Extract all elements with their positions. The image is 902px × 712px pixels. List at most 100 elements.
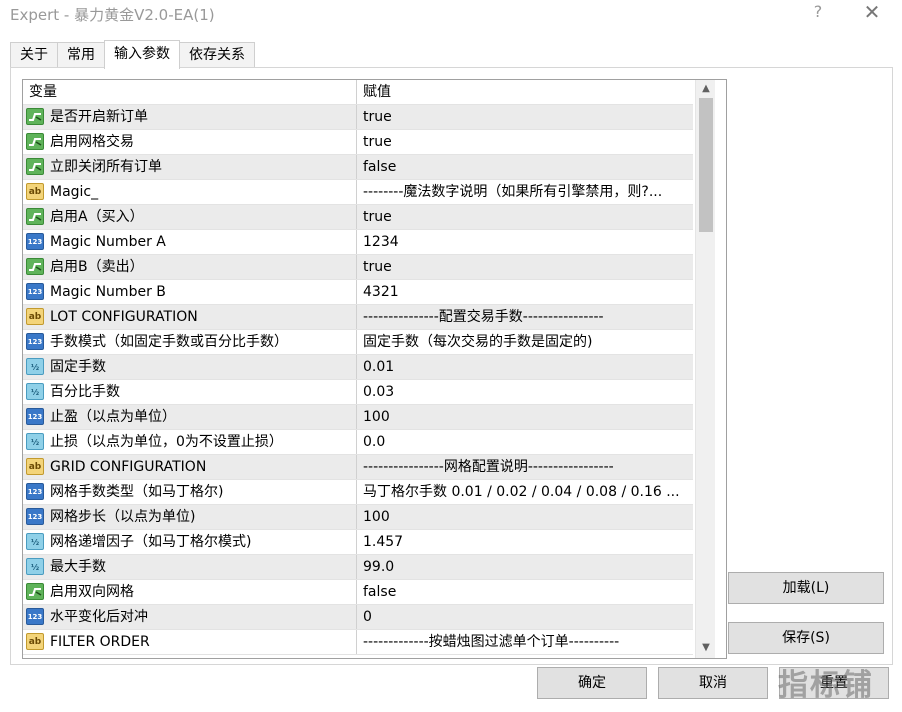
variable-cell: ½ 网格递增因子（如马丁格尔模式): [23, 530, 357, 554]
table-row[interactable]: ½ 固定手数 0.01: [23, 355, 693, 380]
half-double-icon: ½: [26, 358, 44, 375]
half-double-icon: ½: [26, 433, 44, 450]
123-integer-icon: 123: [26, 608, 44, 625]
value-cell[interactable]: 1234: [363, 230, 693, 254]
vertical-scrollbar[interactable]: ▲ ▼: [695, 80, 715, 658]
watermark-logo: 指标铺: [778, 668, 874, 703]
variable-cell: 启用A（买入）: [23, 205, 357, 229]
scroll-thumb[interactable]: [699, 98, 713, 232]
table-row[interactable]: 启用双向网格 false: [23, 580, 693, 605]
ok-button[interactable]: 确定: [537, 667, 647, 699]
variable-name: 网格步长（以点为单位): [50, 509, 196, 525]
variable-name: 是否开启新订单: [50, 109, 148, 125]
variable-name: 最大手数: [50, 559, 106, 575]
value-cell[interactable]: 0.0: [363, 430, 693, 454]
tab-dependencies[interactable]: 依存关系: [179, 42, 255, 68]
variable-name: 启用网格交易: [50, 134, 134, 150]
table-row[interactable]: ½ 最大手数 99.0: [23, 555, 693, 580]
table-row[interactable]: ab FILTER ORDER -------------按蜡烛图过滤单个订单---…: [23, 630, 693, 655]
table-row[interactable]: 123 网格步长（以点为单位) 100: [23, 505, 693, 530]
variable-cell: 是否开启新订单: [23, 105, 357, 129]
variable-cell: 123 网格手数类型（如马丁格尔): [23, 480, 357, 504]
column-header-variable-label: 变量: [29, 84, 57, 100]
variable-name: 水平变化后对冲: [50, 609, 148, 625]
table-row[interactable]: ab Magic_ --------魔法数字说明（如果所有引擎禁用，则?...: [23, 180, 693, 205]
column-header-value[interactable]: 赋值: [363, 80, 693, 104]
scroll-up-arrow-icon[interactable]: ▲: [696, 80, 716, 98]
value-cell[interactable]: ---------------配置交易手数----------------: [363, 305, 693, 329]
bool-toggle-icon: [26, 108, 44, 125]
table-row[interactable]: 123 Magic Number A 1234: [23, 230, 693, 255]
value-cell[interactable]: true: [363, 255, 693, 279]
value-cell[interactable]: false: [363, 580, 693, 604]
cancel-button[interactable]: 取消: [658, 667, 768, 699]
value-cell[interactable]: 0.03: [363, 380, 693, 404]
scroll-down-arrow-icon[interactable]: ▼: [696, 639, 716, 657]
variable-cell: 123 止盈（以点为单位）: [23, 405, 357, 429]
variable-name: 百分比手数: [50, 384, 120, 400]
value-cell[interactable]: -------------按蜡烛图过滤单个订单----------: [363, 630, 693, 654]
value-cell[interactable]: 4321: [363, 280, 693, 304]
table-row[interactable]: 启用A（买入） true: [23, 205, 693, 230]
123-integer-icon: 123: [26, 283, 44, 300]
table-row[interactable]: 立即关闭所有订单 false: [23, 155, 693, 180]
help-button[interactable]: ?: [808, 2, 828, 24]
variable-name: Magic Number B: [50, 284, 166, 300]
table-row[interactable]: 是否开启新订单 true: [23, 105, 693, 130]
grid-header: 变量 赋值: [23, 80, 693, 105]
table-row[interactable]: ab LOT CONFIGURATION ---------------配置交易手数…: [23, 305, 693, 330]
close-button[interactable]: ✕: [860, 0, 884, 24]
variable-cell: 启用B（卖出）: [23, 255, 357, 279]
value-cell[interactable]: true: [363, 205, 693, 229]
table-row[interactable]: ½ 止损（以点为单位，0为不设置止损） 0.0: [23, 430, 693, 455]
value-cell[interactable]: 0: [363, 605, 693, 629]
variable-name: FILTER ORDER: [50, 634, 150, 650]
value-cell[interactable]: 0.01: [363, 355, 693, 379]
value-cell[interactable]: 99.0: [363, 555, 693, 579]
value-cell[interactable]: 马丁格尔手数 0.01 / 0.02 / 0.04 / 0.08 / 0.16 …: [363, 480, 693, 504]
table-row[interactable]: ab GRID CONFIGURATION ----------------网格配置…: [23, 455, 693, 480]
variable-cell: 123 水平变化后对冲: [23, 605, 357, 629]
value-cell[interactable]: 100: [363, 505, 693, 529]
value-cell[interactable]: 固定手数（每次交易的手数是固定的): [363, 330, 693, 354]
table-row[interactable]: ½ 百分比手数 0.03: [23, 380, 693, 405]
table-row[interactable]: 123 止盈（以点为单位） 100: [23, 405, 693, 430]
table-row[interactable]: 启用网格交易 true: [23, 130, 693, 155]
variable-name: 启用B（卖出）: [50, 259, 144, 275]
value-cell[interactable]: true: [363, 105, 693, 129]
load-button[interactable]: 加载(L): [728, 572, 884, 604]
value-cell[interactable]: false: [363, 155, 693, 179]
variable-name: Magic_: [50, 184, 99, 200]
table-row[interactable]: 123 Magic Number B 4321: [23, 280, 693, 305]
value-cell[interactable]: --------魔法数字说明（如果所有引擎禁用，则?...: [363, 180, 693, 204]
tab-strip: 关于 常用 输入参数 依存关系: [10, 40, 255, 69]
variable-name: 手数模式（如固定手数或百分比手数）: [50, 334, 288, 350]
table-row[interactable]: 123 水平变化后对冲 0: [23, 605, 693, 630]
value-cell[interactable]: 100: [363, 405, 693, 429]
variable-name: 止损（以点为单位，0为不设置止损）: [50, 434, 283, 450]
tab-about[interactable]: 关于: [10, 42, 58, 68]
variable-name: Magic Number A: [50, 234, 166, 250]
tab-common[interactable]: 常用: [57, 42, 105, 68]
variable-cell: ½ 百分比手数: [23, 380, 357, 404]
variable-cell: 启用网格交易: [23, 130, 357, 154]
value-cell[interactable]: true: [363, 130, 693, 154]
value-cell[interactable]: ----------------网格配置说明-----------------: [363, 455, 693, 479]
ab-string-icon: ab: [26, 308, 44, 325]
table-row[interactable]: 启用B（卖出） true: [23, 255, 693, 280]
value-cell[interactable]: 1.457: [363, 530, 693, 554]
column-header-variable[interactable]: 变量: [23, 80, 357, 104]
tab-inputs[interactable]: 输入参数: [104, 40, 180, 69]
variable-cell: ½ 固定手数: [23, 355, 357, 379]
table-row[interactable]: ½ 网格递增因子（如马丁格尔模式) 1.457: [23, 530, 693, 555]
123-integer-icon: 123: [26, 408, 44, 425]
variable-name: 启用A（买入）: [50, 209, 144, 225]
variable-name: 网格递增因子（如马丁格尔模式): [50, 534, 252, 550]
variable-cell: ab FILTER ORDER: [23, 630, 357, 654]
123-integer-icon: 123: [26, 233, 44, 250]
table-row[interactable]: 123 网格手数类型（如马丁格尔) 马丁格尔手数 0.01 / 0.02 / 0.0…: [23, 480, 693, 505]
variable-cell: 123 Magic Number B: [23, 280, 357, 304]
variable-cell: 123 手数模式（如固定手数或百分比手数）: [23, 330, 357, 354]
table-row[interactable]: 123 手数模式（如固定手数或百分比手数） 固定手数（每次交易的手数是固定的): [23, 330, 693, 355]
save-button[interactable]: 保存(S): [728, 622, 884, 654]
